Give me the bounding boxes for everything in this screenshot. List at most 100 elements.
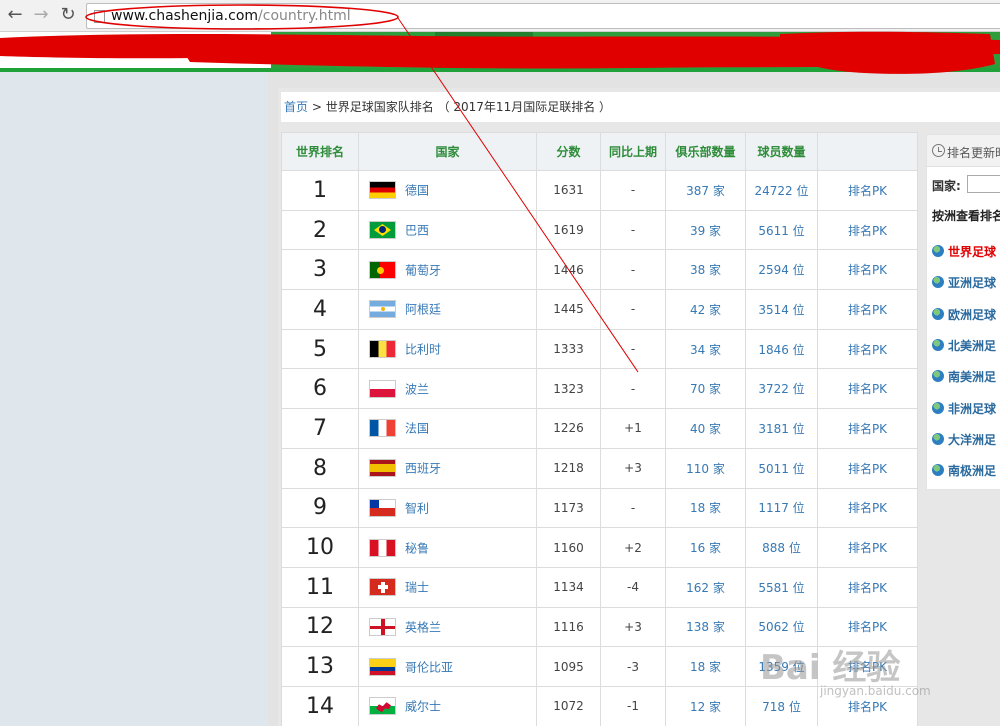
clubs-link[interactable]: 12 家 xyxy=(665,685,746,726)
address-bar[interactable]: www.chashenjia.com/country.html xyxy=(86,3,1000,29)
country-link[interactable]: 秘鲁 xyxy=(405,541,429,555)
rank-pk-link[interactable]: 排名PK xyxy=(817,408,918,449)
continent-link-label: 非洲足球 xyxy=(948,401,997,416)
argentina-flag-icon xyxy=(369,300,396,319)
country-link[interactable]: 葡萄牙 xyxy=(405,263,441,277)
country-link[interactable]: 瑞士 xyxy=(405,581,429,595)
players-link[interactable]: 24722 位 xyxy=(745,170,818,211)
reload-icon[interactable]: ↻ xyxy=(57,4,79,26)
country-link[interactable]: 威尔士 xyxy=(405,700,441,714)
players-link[interactable]: 1117 位 xyxy=(745,487,818,529)
country-cell[interactable]: 英格兰 xyxy=(358,606,537,648)
country-search-input[interactable] xyxy=(967,175,1000,193)
rank-pk-link[interactable]: 排名PK xyxy=(817,566,918,608)
country-cell[interactable]: 巴西 xyxy=(358,209,537,251)
players-link[interactable]: 3722 位 xyxy=(745,368,818,410)
clubs-link[interactable]: 110 家 xyxy=(665,447,746,489)
continent-link[interactable]: 亚洲足球 xyxy=(932,274,996,291)
continent-link-label: 南极洲足 xyxy=(948,464,997,479)
change-cell: +3 xyxy=(600,447,666,489)
back-arrow-icon[interactable]: ← xyxy=(4,4,26,26)
clubs-link[interactable]: 18 家 xyxy=(665,646,746,687)
rank-pk-link[interactable]: 排名PK xyxy=(817,249,918,291)
header-clubs[interactable]: 俱乐部数量 xyxy=(665,132,746,171)
clubs-link[interactable]: 70 家 xyxy=(665,368,746,410)
country-cell[interactable]: 西班牙 xyxy=(358,447,537,489)
country-cell[interactable]: 智利 xyxy=(358,487,537,529)
rank-pk-link[interactable]: 排名PK xyxy=(817,328,918,370)
url-text[interactable]: www.chashenjia.com/country.html xyxy=(111,8,351,24)
country-cell[interactable]: 阿根廷 xyxy=(358,289,537,330)
country-link[interactable]: 巴西 xyxy=(405,224,429,238)
score-cell: 1072 xyxy=(536,685,601,726)
country-link[interactable]: 西班牙 xyxy=(405,462,441,476)
country-cell[interactable]: 秘鲁 xyxy=(358,527,537,568)
country-link[interactable]: 波兰 xyxy=(405,382,429,396)
clubs-link[interactable]: 138 家 xyxy=(665,606,746,648)
forward-arrow-icon[interactable]: → xyxy=(30,4,52,26)
continent-link-label: 大洋洲足 xyxy=(948,432,997,447)
continent-link[interactable]: 非洲足球 xyxy=(932,400,996,417)
rank-pk-link[interactable]: 排名PK xyxy=(817,209,918,251)
players-link[interactable]: 888 位 xyxy=(745,527,818,568)
players-link[interactable]: 1846 位 xyxy=(745,328,818,370)
header-change[interactable]: 同比上期 xyxy=(600,132,666,171)
country-cell[interactable]: 德国 xyxy=(358,170,537,211)
country-link[interactable]: 哥伦比亚 xyxy=(405,660,453,674)
country-cell[interactable]: 比利时 xyxy=(358,328,537,370)
continent-link[interactable]: 欧洲足球 xyxy=(932,306,996,323)
rank-pk-link[interactable]: 排名PK xyxy=(817,447,918,489)
country-cell[interactable]: 葡萄牙 xyxy=(358,249,537,291)
clubs-link[interactable]: 38 家 xyxy=(665,249,746,291)
clubs-link[interactable]: 39 家 xyxy=(665,209,746,251)
players-link[interactable]: 2594 位 xyxy=(745,249,818,291)
country-link[interactable]: 阿根廷 xyxy=(405,303,441,317)
rank-cell: 5 xyxy=(281,328,359,370)
rank-pk-link[interactable]: 排名PK xyxy=(817,368,918,410)
country-link[interactable]: 法国 xyxy=(405,422,429,436)
country-link[interactable]: 英格兰 xyxy=(405,620,441,634)
header-players[interactable]: 球员数量 xyxy=(745,132,818,171)
nav-item-active[interactable] xyxy=(435,32,533,72)
continent-link[interactable]: 大洋洲足 xyxy=(932,431,996,448)
rank-pk-link[interactable]: 排名PK xyxy=(817,170,918,211)
globe-icon xyxy=(932,464,944,477)
continent-link[interactable]: 南极洲足 xyxy=(932,462,996,479)
players-link[interactable]: 3181 位 xyxy=(745,408,818,449)
rank-pk-link[interactable]: 排名PK xyxy=(817,289,918,330)
clubs-link[interactable]: 18 家 xyxy=(665,487,746,529)
header-country[interactable]: 国家 xyxy=(358,132,537,171)
continent-link[interactable]: 南美洲足 xyxy=(932,368,996,385)
clubs-link[interactable]: 42 家 xyxy=(665,289,746,330)
players-link[interactable]: 5611 位 xyxy=(745,209,818,251)
rank-cell: 7 xyxy=(281,408,359,449)
clubs-link[interactable]: 40 家 xyxy=(665,408,746,449)
breadcrumb-home-link[interactable]: 首页 xyxy=(284,100,308,114)
country-cell[interactable]: 哥伦比亚 xyxy=(358,646,537,687)
players-link[interactable]: 5011 位 xyxy=(745,447,818,489)
country-cell[interactable]: 瑞士 xyxy=(358,566,537,608)
rank-pk-link[interactable]: 排名PK xyxy=(817,487,918,529)
players-link[interactable]: 3514 位 xyxy=(745,289,818,330)
country-link[interactable]: 智利 xyxy=(405,501,429,515)
score-cell: 1323 xyxy=(536,368,601,410)
rank-pk-link[interactable]: 排名PK xyxy=(817,527,918,568)
header-score[interactable]: 分数 xyxy=(536,132,601,171)
continent-link[interactable]: 北美洲足 xyxy=(932,337,996,354)
header-world-rank[interactable]: 世界排名 xyxy=(281,132,359,171)
clubs-link[interactable]: 34 家 xyxy=(665,328,746,370)
country-cell[interactable]: 威尔士 xyxy=(358,685,537,726)
country-cell[interactable]: 法国 xyxy=(358,408,537,449)
nav-item-home[interactable]: 首页 xyxy=(287,42,315,62)
players-link[interactable]: 5581 位 xyxy=(745,566,818,608)
country-link[interactable]: 德国 xyxy=(405,184,429,198)
country-link[interactable]: 比利时 xyxy=(405,343,441,357)
sidebar-header: 排名更新时 xyxy=(927,135,1000,167)
clubs-link[interactable]: 16 家 xyxy=(665,527,746,568)
country-cell[interactable]: 波兰 xyxy=(358,368,537,410)
wales-flag-icon xyxy=(369,697,396,716)
clubs-link[interactable]: 162 家 xyxy=(665,566,746,608)
continent-link[interactable]: 世界足球 xyxy=(932,243,996,260)
players-link[interactable]: 718 位 xyxy=(745,685,818,726)
clubs-link[interactable]: 387 家 xyxy=(665,170,746,211)
